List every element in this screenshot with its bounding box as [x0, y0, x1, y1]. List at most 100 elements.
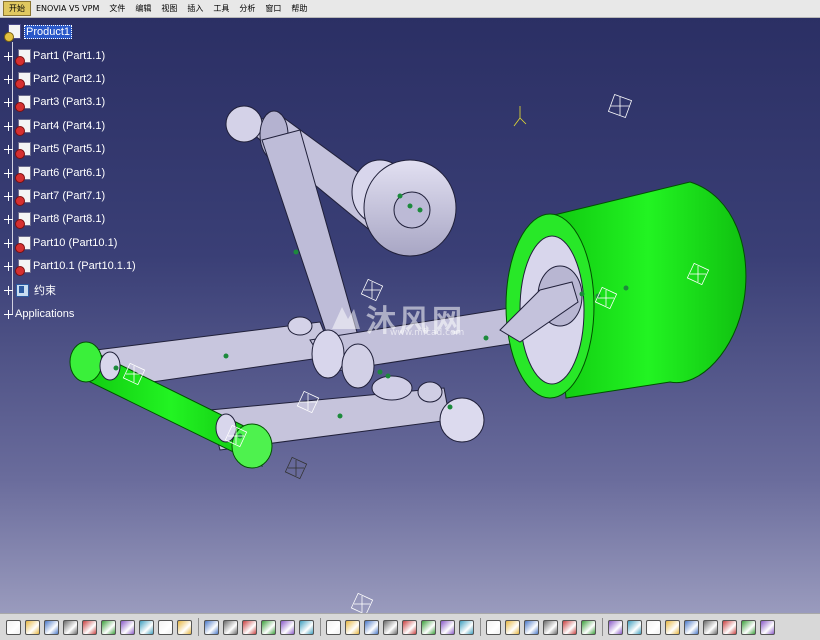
- normal-view-icon[interactable]: [440, 620, 455, 635]
- shading-icon[interactable]: [505, 620, 520, 635]
- menu-start[interactable]: 开始: [3, 1, 31, 16]
- expand-icon[interactable]: [4, 309, 13, 319]
- catalog-icon[interactable]: [280, 620, 295, 635]
- snap-icon[interactable]: [665, 620, 680, 635]
- tree-item-label[interactable]: 约束: [34, 282, 56, 298]
- fit-all-icon[interactable]: [345, 620, 360, 635]
- tree-item-part5[interactable]: Part5 (Part5.1): [4, 139, 105, 159]
- multi-view-icon[interactable]: [459, 620, 474, 635]
- expand-icon[interactable]: [4, 168, 13, 178]
- upper-arm-part[interactable]: [225, 105, 457, 257]
- part-icon: [15, 258, 31, 276]
- tree-root-label[interactable]: Product1: [24, 25, 73, 39]
- fly-icon[interactable]: [326, 620, 341, 635]
- tree-item-label[interactable]: Part5 (Part5.1): [33, 143, 105, 155]
- bottom-toolbar: [0, 613, 820, 640]
- menu-enovia[interactable]: ENOVIA V5 VPM: [31, 0, 104, 17]
- part-icon: [15, 165, 31, 183]
- expand-icon[interactable]: [4, 51, 13, 61]
- zoom-in-icon[interactable]: [402, 620, 417, 635]
- expand-icon[interactable]: [4, 121, 13, 131]
- tree-item-applications[interactable]: Applications: [4, 304, 74, 324]
- menu-bar: 开始 ENOVIA V5 VPM 文件 编辑 视图 插入 工具 分析 窗口 帮助: [0, 0, 820, 18]
- redo-icon[interactable]: [158, 620, 173, 635]
- update-icon[interactable]: [741, 620, 756, 635]
- hide-show-icon[interactable]: [524, 620, 539, 635]
- open-icon[interactable]: [25, 620, 40, 635]
- menu-view[interactable]: 视图: [156, 0, 182, 17]
- expand-icon[interactable]: [4, 97, 13, 107]
- print-icon[interactable]: [63, 620, 78, 635]
- constraint-icon[interactable]: [684, 620, 699, 635]
- macro-icon[interactable]: [299, 620, 314, 635]
- menu-file[interactable]: 文件: [104, 0, 130, 17]
- right-green-drum-part[interactable]: [499, 181, 747, 399]
- part-icon: [15, 141, 31, 159]
- expand-icon[interactable]: [4, 74, 13, 84]
- render-icon[interactable]: [608, 620, 623, 635]
- tree-item-label[interactable]: Part7 (Part7.1): [33, 190, 105, 202]
- more-icon[interactable]: [760, 620, 775, 635]
- tree-item-part10[interactable]: Part10 (Part10.1): [4, 233, 117, 253]
- expand-icon[interactable]: [4, 144, 13, 154]
- tree-item-part1[interactable]: Part1 (Part1.1): [4, 46, 105, 66]
- expand-icon[interactable]: [4, 238, 13, 248]
- tree-item-label[interactable]: Part6 (Part6.1): [33, 167, 105, 179]
- toolbar-separator: [320, 618, 321, 636]
- tree-item-label[interactable]: Applications: [15, 308, 74, 320]
- undo-icon[interactable]: [139, 620, 154, 635]
- formula-icon[interactable]: [204, 620, 219, 635]
- watermark-logo-icon: [332, 307, 360, 329]
- expand-icon[interactable]: [4, 191, 13, 201]
- tree-item-part8[interactable]: Part8 (Part8.1): [4, 209, 105, 229]
- tree-item-label[interactable]: Part10 (Part10.1): [33, 237, 117, 249]
- tree-item-part6[interactable]: Part6 (Part6.1): [4, 163, 105, 183]
- menu-help[interactable]: 帮助: [286, 0, 312, 17]
- tree-icon[interactable]: [261, 620, 276, 635]
- help-icon[interactable]: [177, 620, 192, 635]
- menu-tools[interactable]: 工具: [208, 0, 234, 17]
- cut-icon[interactable]: [82, 620, 97, 635]
- measure-icon[interactable]: [562, 620, 577, 635]
- new-icon[interactable]: [6, 620, 21, 635]
- compass-icon[interactable]: [581, 620, 596, 635]
- menu-edit[interactable]: 编辑: [130, 0, 156, 17]
- part-icon: [15, 188, 31, 206]
- expand-icon[interactable]: [4, 261, 13, 271]
- comment-icon[interactable]: [223, 620, 238, 635]
- swap-icon[interactable]: [543, 620, 558, 635]
- part-icon: [15, 48, 31, 66]
- zoom-out-icon[interactable]: [421, 620, 436, 635]
- menu-insert[interactable]: 插入: [182, 0, 208, 17]
- tree-item-part3[interactable]: Part3 (Part3.1): [4, 92, 105, 112]
- tree-item-label[interactable]: Part1 (Part1.1): [33, 50, 105, 62]
- copy-icon[interactable]: [101, 620, 116, 635]
- table-icon[interactable]: [242, 620, 257, 635]
- paste-icon[interactable]: [120, 620, 135, 635]
- constraints-icon: [15, 283, 30, 298]
- tree-item-label[interactable]: Part4 (Part4.1): [33, 120, 105, 132]
- rotate-icon[interactable]: [383, 620, 398, 635]
- pan-icon[interactable]: [364, 620, 379, 635]
- tree-item-label[interactable]: Part10.1 (Part10.1.1): [33, 260, 136, 272]
- menu-window[interactable]: 窗口: [260, 0, 286, 17]
- assembly-icon[interactable]: [646, 620, 661, 635]
- tree-item-label[interactable]: Part8 (Part8.1): [33, 213, 105, 225]
- iso-view-icon[interactable]: [486, 620, 501, 635]
- part-icon: [15, 71, 31, 89]
- tree-item-part7[interactable]: Part7 (Part7.1): [4, 186, 105, 206]
- sketch-icon[interactable]: [703, 620, 718, 635]
- tree-item-part4[interactable]: Part4 (Part4.1): [4, 116, 105, 136]
- tree-item-part10-1[interactable]: Part10.1 (Part10.1.1): [4, 256, 136, 276]
- tree-item-label[interactable]: Part2 (Part2.1): [33, 73, 105, 85]
- apply-material-icon[interactable]: [722, 620, 737, 635]
- tree-item-part2[interactable]: Part2 (Part2.1): [4, 69, 105, 89]
- expand-icon[interactable]: [4, 285, 13, 295]
- capture-icon[interactable]: [627, 620, 642, 635]
- tree-item-label[interactable]: Part3 (Part3.1): [33, 96, 105, 108]
- menu-analyze[interactable]: 分析: [234, 0, 260, 17]
- expand-icon[interactable]: [4, 214, 13, 224]
- save-icon[interactable]: [44, 620, 59, 635]
- tree-root[interactable]: Product1: [4, 22, 73, 42]
- tree-item-constraints[interactable]: 约束: [4, 280, 56, 300]
